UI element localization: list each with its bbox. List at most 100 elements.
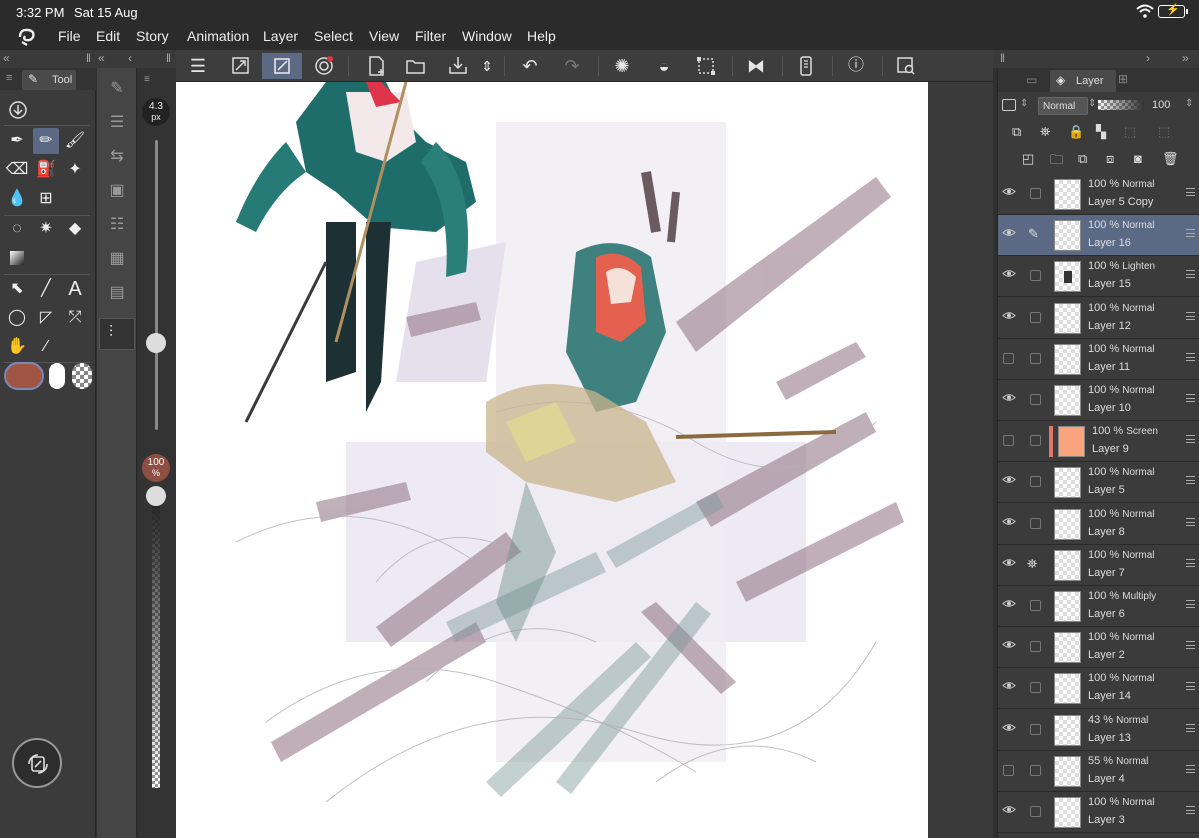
fill-bucket-icon[interactable]: ◆	[62, 216, 88, 242]
layer-drag-handle-icon[interactable]	[1186, 394, 1195, 402]
eye-icon[interactable]	[1002, 805, 1016, 814]
layer-select-checkbox[interactable]	[1030, 188, 1041, 199]
eye-icon[interactable]	[1002, 475, 1016, 484]
layer-select-checkbox[interactable]	[1030, 517, 1041, 529]
layer-row[interactable]: 100 % Normal Layer 5	[998, 462, 1199, 504]
layer-row[interactable]: ✎ 100 % Normal Layer 16	[998, 215, 1199, 257]
grid-tab-icon[interactable]: ⊞	[1118, 72, 1128, 86]
layer-drag-handle-icon[interactable]	[1186, 188, 1195, 196]
drawing-canvas[interactable]	[176, 82, 928, 838]
layer-row[interactable]: 100 % Normal Layer 14	[998, 668, 1199, 710]
tab-tool[interactable]: ✎ Tool	[22, 70, 76, 90]
new-raster-layer-icon[interactable]: ◰	[1022, 151, 1034, 167]
visibility-checkbox[interactable]	[1003, 764, 1014, 776]
menu-edit[interactable]: Edit	[96, 28, 120, 44]
line-tool-icon[interactable]: ╱	[33, 276, 59, 302]
reference-layer-icon[interactable]: ⛯	[1040, 124, 1050, 140]
layer-select-checkbox[interactable]	[1030, 270, 1041, 282]
hand-tool-icon[interactable]: ✋	[4, 334, 30, 360]
transform-selection-icon[interactable]	[692, 53, 720, 79]
layer-row[interactable]: 100 % Normal Layer 8	[998, 503, 1199, 545]
chevron-up-down-icon[interactable]: ⇕	[1185, 98, 1193, 109]
search-panel-icon[interactable]	[892, 53, 920, 79]
mask-enable-icon[interactable]: ⬚	[1124, 124, 1136, 140]
brush-tool-icon[interactable]: 🖌	[62, 128, 88, 154]
brush-size-slider[interactable]	[155, 140, 158, 430]
layer-select-checkbox[interactable]	[1030, 311, 1041, 323]
collapse-right-icon[interactable]: »	[1182, 51, 1189, 65]
quick-access-button[interactable]	[12, 738, 62, 788]
visibility-checkbox[interactable]	[1003, 435, 1014, 447]
fit-canvas-icon[interactable]	[226, 53, 254, 79]
layer-row[interactable]: 100 % Normal Layer 5 Copy	[998, 174, 1199, 215]
dock-handle-icon[interactable]: ‖	[86, 51, 91, 65]
flip-horizontal-icon[interactable]: ⧓	[742, 53, 770, 79]
decoration-tool-icon[interactable]: ✦	[62, 157, 88, 183]
brush-size-slider-thumb[interactable]	[146, 333, 166, 353]
layer-drag-handle-icon[interactable]	[1186, 682, 1195, 691]
eye-icon[interactable]	[1002, 311, 1016, 320]
layer-drag-handle-icon[interactable]	[1186, 435, 1195, 444]
correct-line-icon[interactable]: ⤱	[62, 305, 88, 331]
pencil-tool-icon[interactable]: ✏	[33, 128, 59, 154]
open-folder-icon[interactable]	[402, 53, 430, 79]
panel-menu-icon[interactable]: ≡	[6, 72, 12, 84]
eye-icon[interactable]	[1002, 558, 1016, 567]
layer-select-checkbox[interactable]	[1030, 723, 1041, 735]
layer-row[interactable]: 100 % Lighten Layer 15	[998, 256, 1199, 298]
transparent-color-swatch[interactable]	[72, 363, 92, 389]
layer-select-checkbox[interactable]	[1030, 435, 1041, 447]
layer-drag-handle-icon[interactable]	[1186, 558, 1195, 567]
layer-drag-handle-icon[interactable]	[1186, 352, 1195, 361]
clear-icon[interactable]: ✺	[608, 53, 636, 79]
merge-down-icon[interactable]: ⧈	[1106, 151, 1114, 167]
menu-select[interactable]: Select	[314, 28, 353, 44]
eye-icon[interactable]	[1002, 681, 1016, 690]
text-tool-icon[interactable]: A	[62, 276, 88, 302]
eye-icon[interactable]	[1002, 599, 1016, 608]
menu-layer[interactable]: Layer	[263, 28, 298, 44]
menu-window[interactable]: Window	[462, 28, 512, 44]
gradient-tool-icon[interactable]	[4, 245, 30, 271]
sub-color-swatch[interactable]	[49, 363, 65, 389]
transform-icon[interactable]	[262, 53, 302, 79]
opacity-slider-thumb[interactable]	[146, 486, 166, 506]
chevron-up-down-icon[interactable]: ⇕	[1020, 98, 1028, 109]
layer-row[interactable]: 55 % Normal Layer 4	[998, 750, 1199, 792]
add-mask-icon[interactable]: ◙	[1134, 151, 1142, 166]
layer-row[interactable]: 100 % Normal Layer 11	[998, 338, 1199, 380]
duplicate-layer-icon[interactable]: ⧉	[1078, 151, 1087, 167]
layer-drag-handle-icon[interactable]	[1186, 600, 1195, 608]
layer-select-checkbox[interactable]	[1030, 394, 1041, 405]
dock-handle-icon[interactable]: ‖	[166, 51, 171, 65]
layer-select-checkbox[interactable]	[1030, 641, 1041, 653]
new-folder-icon[interactable]: 🗀	[1050, 151, 1063, 173]
eyedropper-icon[interactable]: ⁄	[33, 334, 59, 360]
layer-drag-handle-icon[interactable]	[1186, 641, 1195, 650]
layer-row[interactable]: 100 % Screen Layer 9	[998, 421, 1199, 463]
eye-icon[interactable]	[1002, 640, 1016, 649]
app-logo-icon[interactable]	[16, 27, 38, 47]
layer-row[interactable]: 100 % Normal Layer 3	[998, 792, 1199, 833]
layer-drag-handle-icon[interactable]	[1186, 229, 1195, 238]
download-circle-icon[interactable]	[8, 100, 28, 120]
save-icon[interactable]	[444, 53, 472, 79]
menu-animation[interactable]: Animation	[187, 28, 249, 44]
eye-icon[interactable]	[1002, 228, 1016, 237]
blend-tool-icon[interactable]: 💧	[4, 186, 30, 212]
lasso-select-icon[interactable]: ◌	[4, 216, 30, 242]
grid-tool-icon[interactable]: ⊞	[33, 186, 59, 212]
tab-layer[interactable]: ◈ Layer	[1050, 70, 1116, 92]
eraser-tool-icon[interactable]: ⌫	[4, 157, 30, 183]
layer-drag-handle-icon[interactable]	[1186, 517, 1195, 526]
chevron-up-down-icon[interactable]: ⇕	[478, 53, 496, 79]
menu-file[interactable]: File	[58, 28, 81, 44]
layer-row[interactable]: ⛯ 100 % Normal Layer 7	[998, 544, 1199, 586]
delete-layer-icon[interactable]: 🗑	[1162, 151, 1179, 167]
opacity-slider[interactable]	[152, 496, 160, 788]
layer-drag-handle-icon[interactable]	[1186, 311, 1195, 320]
help-icon[interactable]: ⓘ	[842, 53, 870, 79]
lock-transparency-icon[interactable]: ▚	[1096, 124, 1106, 140]
operation-tool-icon[interactable]: ⬉	[4, 276, 30, 302]
sub-tool-icon[interactable]: ✎	[104, 76, 130, 102]
